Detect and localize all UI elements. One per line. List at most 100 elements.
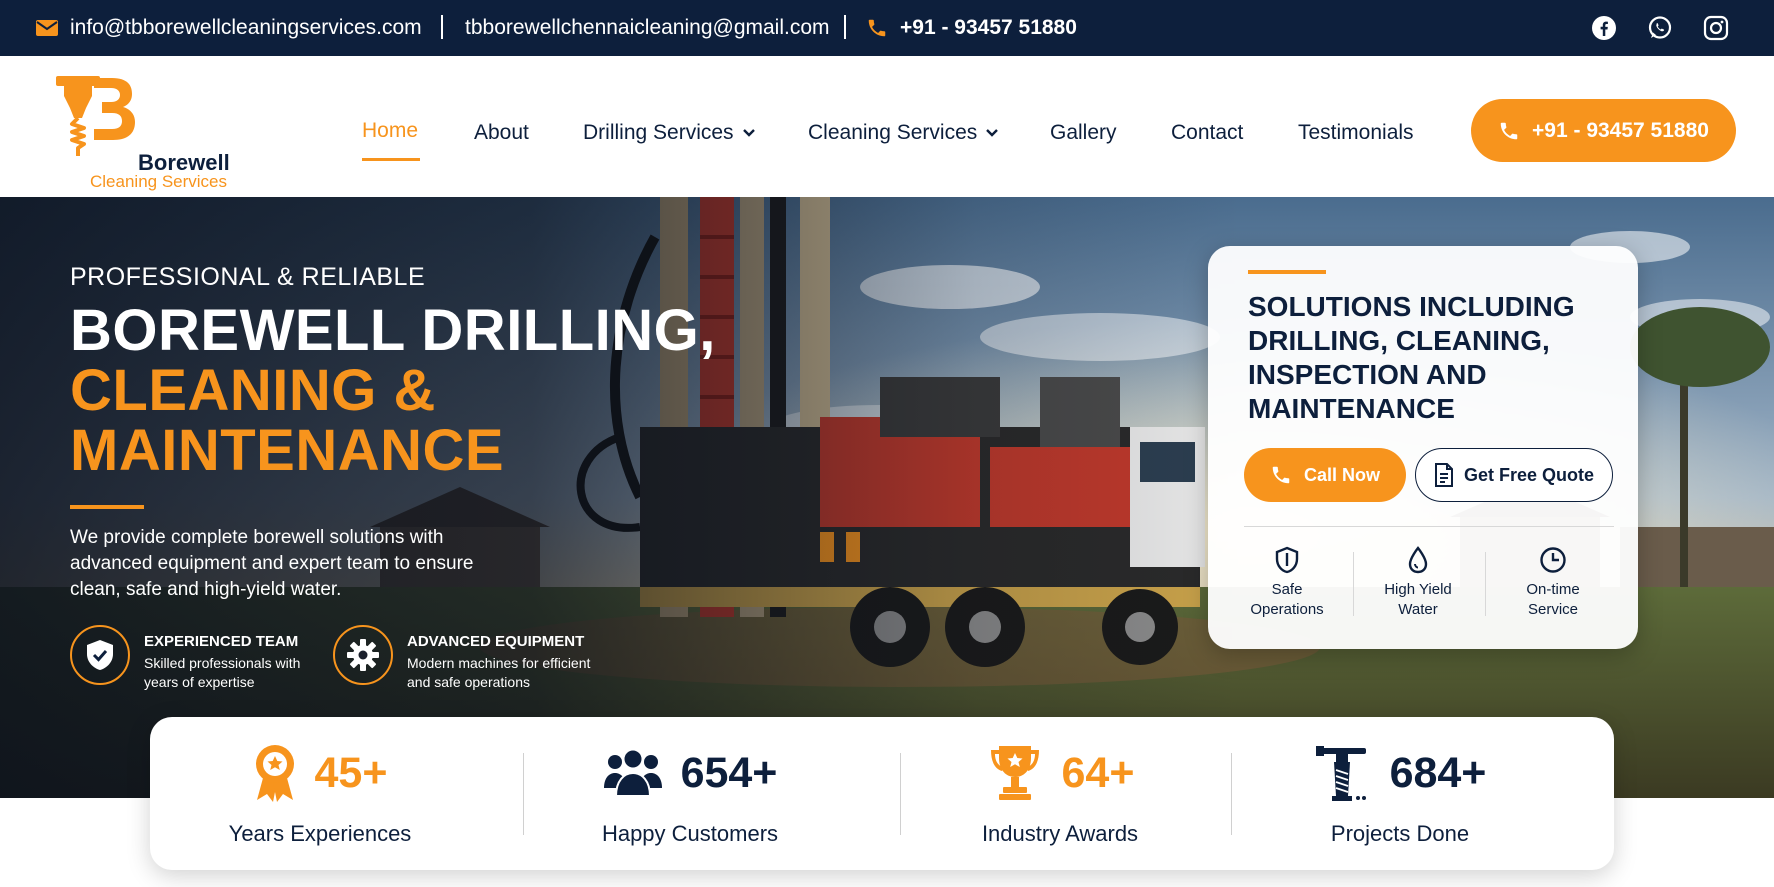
nav-label: Gallery <box>1050 121 1117 144</box>
main-header: Borewell Cleaning Services Home About Dr… <box>0 56 1774 197</box>
email-link-1[interactable]: info@tbborewellcleaningservices.com <box>36 0 422 56</box>
stat-years-experience: 45+ Years Experiences <box>220 743 420 847</box>
hero-kicker: PROFESSIONAL & RELIABLE <box>70 263 426 291</box>
card-feature-label-line1: High Yield <box>1384 581 1452 598</box>
stat-projects-done: 684+ Projects Done <box>1300 743 1500 847</box>
phone-text: +91 - 93457 51880 <box>900 16 1077 39</box>
trophy-icon <box>990 746 1039 800</box>
stat-happy-customers: 654+ Happy Customers <box>590 743 790 847</box>
stat-value: 45+ <box>314 748 388 797</box>
hero-title-line-3: MAINTENANCE <box>70 418 505 483</box>
water-drop-icon <box>1408 546 1428 574</box>
stat-label: Projects Done <box>1330 821 1470 846</box>
stat-label: Industry Awards <box>981 821 1139 846</box>
facebook-icon[interactable] <box>1590 14 1618 42</box>
card-feature-label: Safe Operations <box>1250 580 1323 620</box>
phone-icon <box>866 17 888 39</box>
drill-icon <box>1315 746 1366 801</box>
card-feature-safe-operations: Safe Operations <box>1227 546 1347 620</box>
nav-testimonials[interactable]: Testimonials <box>1298 118 1414 148</box>
nav-gallery[interactable]: Gallery <box>1050 118 1117 148</box>
whatsapp-icon[interactable] <box>1646 14 1674 42</box>
call-now-label: Call Now <box>1303 464 1380 485</box>
document-icon <box>1434 463 1453 487</box>
get-free-quote-label: Get Free Quote <box>1463 464 1595 485</box>
nav-label: Drilling Services <box>583 121 734 144</box>
email-text-1: info@tbborewellcleaningservices.com <box>70 16 422 39</box>
stat-label: Happy Customers <box>601 821 779 846</box>
card-feature-label-line2: Service <box>1527 601 1579 618</box>
hero-title: BOREWELL DRILLING, CLEANING & MAINTENANC… <box>70 301 716 481</box>
nav-contact[interactable]: Contact <box>1171 118 1243 148</box>
email-text-2: tbborewellchennaicleaning@gmail.com <box>465 16 830 39</box>
card-accent-rule <box>1248 270 1326 274</box>
card-feature-divider <box>1353 552 1354 616</box>
nav-label: About <box>474 121 529 144</box>
hero-accent-rule <box>70 505 144 509</box>
feature-title: EXPERIENCED TEAM <box>144 633 299 650</box>
card-divider <box>1244 526 1614 527</box>
stats-bar: 45+ Years Experiences 654+ Happy Custome… <box>150 717 1614 870</box>
shield-check-icon <box>70 625 130 685</box>
feature-advanced-equipment: ADVANCED EQUIPMENT Modern machines for e… <box>333 625 613 690</box>
phone-icon <box>1500 122 1518 139</box>
card-feature-label-line2: Water <box>1398 601 1438 618</box>
chevron-down-icon <box>986 129 999 137</box>
nav-about[interactable]: About <box>474 118 529 148</box>
feature-experienced-team: EXPERIENCED TEAM Skilled professionals w… <box>70 625 320 690</box>
shield-icon <box>1275 546 1299 574</box>
phone-link[interactable]: +91 - 93457 51880 <box>866 0 1077 56</box>
card-feature-label: High Yield Water <box>1384 580 1452 620</box>
stat-value: 64+ <box>1061 748 1135 797</box>
nav-cleaning-services[interactable]: Cleaning Services <box>808 118 999 148</box>
stat-value: 654+ <box>680 748 778 797</box>
card-title: SOLUTIONS INCLUDING DRILLING, CLEANING, … <box>1248 291 1575 424</box>
nav-home[interactable]: Home <box>362 116 418 146</box>
card-feature-on-time-service: On-time Service <box>1493 546 1613 620</box>
card-feature-label: On-time Service <box>1526 580 1579 620</box>
stat-industry-awards: 64+ Industry Awards <box>960 743 1160 847</box>
hero-title-line-2: CLEANING & <box>70 358 436 423</box>
brand-logo[interactable]: Borewell Cleaning Services <box>54 70 254 191</box>
card-feature-label-line1: Safe <box>1271 581 1303 598</box>
drill-bit-logo-icon <box>56 76 135 156</box>
clock-icon <box>1540 547 1566 573</box>
solutions-card: SOLUTIONS INCLUDING DRILLING, CLEANING, … <box>1208 246 1638 649</box>
stat-value: 684+ <box>1389 748 1487 797</box>
instagram-icon[interactable] <box>1702 14 1730 42</box>
feature-title: ADVANCED EQUIPMENT <box>407 633 585 650</box>
stat-label: Years Experiences <box>228 821 412 846</box>
nav-drilling-services[interactable]: Drilling Services <box>583 118 756 148</box>
card-feature-label-line2: Operations <box>1250 601 1324 618</box>
award-ribbon-icon <box>255 745 294 802</box>
header-call-button[interactable]: +91 - 93457 51880 <box>1471 99 1736 162</box>
hero-title-line-1: BOREWELL DRILLING, <box>70 298 716 363</box>
gear-icon <box>333 625 393 685</box>
email-link-2[interactable]: tbborewellchennaicleaning@gmail.com <box>465 0 830 56</box>
card-feature-high-yield-water: High Yield Water <box>1358 546 1478 620</box>
chevron-down-icon <box>742 129 755 137</box>
call-now-button[interactable]: Call Now <box>1244 448 1406 502</box>
nav-label: Contact <box>1171 121 1244 144</box>
hero-section: PROFESSIONAL & RELIABLE BOREWELL DRILLIN… <box>0 197 1774 798</box>
topbar-divider <box>441 15 443 39</box>
stat-divider <box>1231 753 1232 835</box>
card-feature-divider <box>1485 552 1486 616</box>
top-contact-bar: info@tbborewellcleaningservices.com tbbo… <box>0 0 1774 56</box>
header-call-label: +91 - 93457 51880 <box>1532 118 1709 142</box>
card-feature-label-line1: On-time <box>1526 581 1580 598</box>
mail-icon <box>36 20 58 36</box>
stat-divider <box>523 753 524 835</box>
hero-description: We provide complete borewell solutions w… <box>70 527 474 600</box>
nav-label: Testimonials <box>1298 121 1414 144</box>
nav-active-indicator <box>362 158 420 161</box>
nav-label: Home <box>362 119 419 142</box>
phone-icon <box>1272 466 1290 484</box>
feature-description: Skilled professionals with years of expe… <box>144 655 301 690</box>
topbar-divider <box>844 15 846 39</box>
feature-description: Modern machines for efficient and safe o… <box>407 655 591 690</box>
users-icon <box>603 748 662 797</box>
stat-divider <box>900 753 901 835</box>
nav-label: Cleaning Services <box>808 121 978 144</box>
get-free-quote-button[interactable]: Get Free Quote <box>1415 448 1613 502</box>
